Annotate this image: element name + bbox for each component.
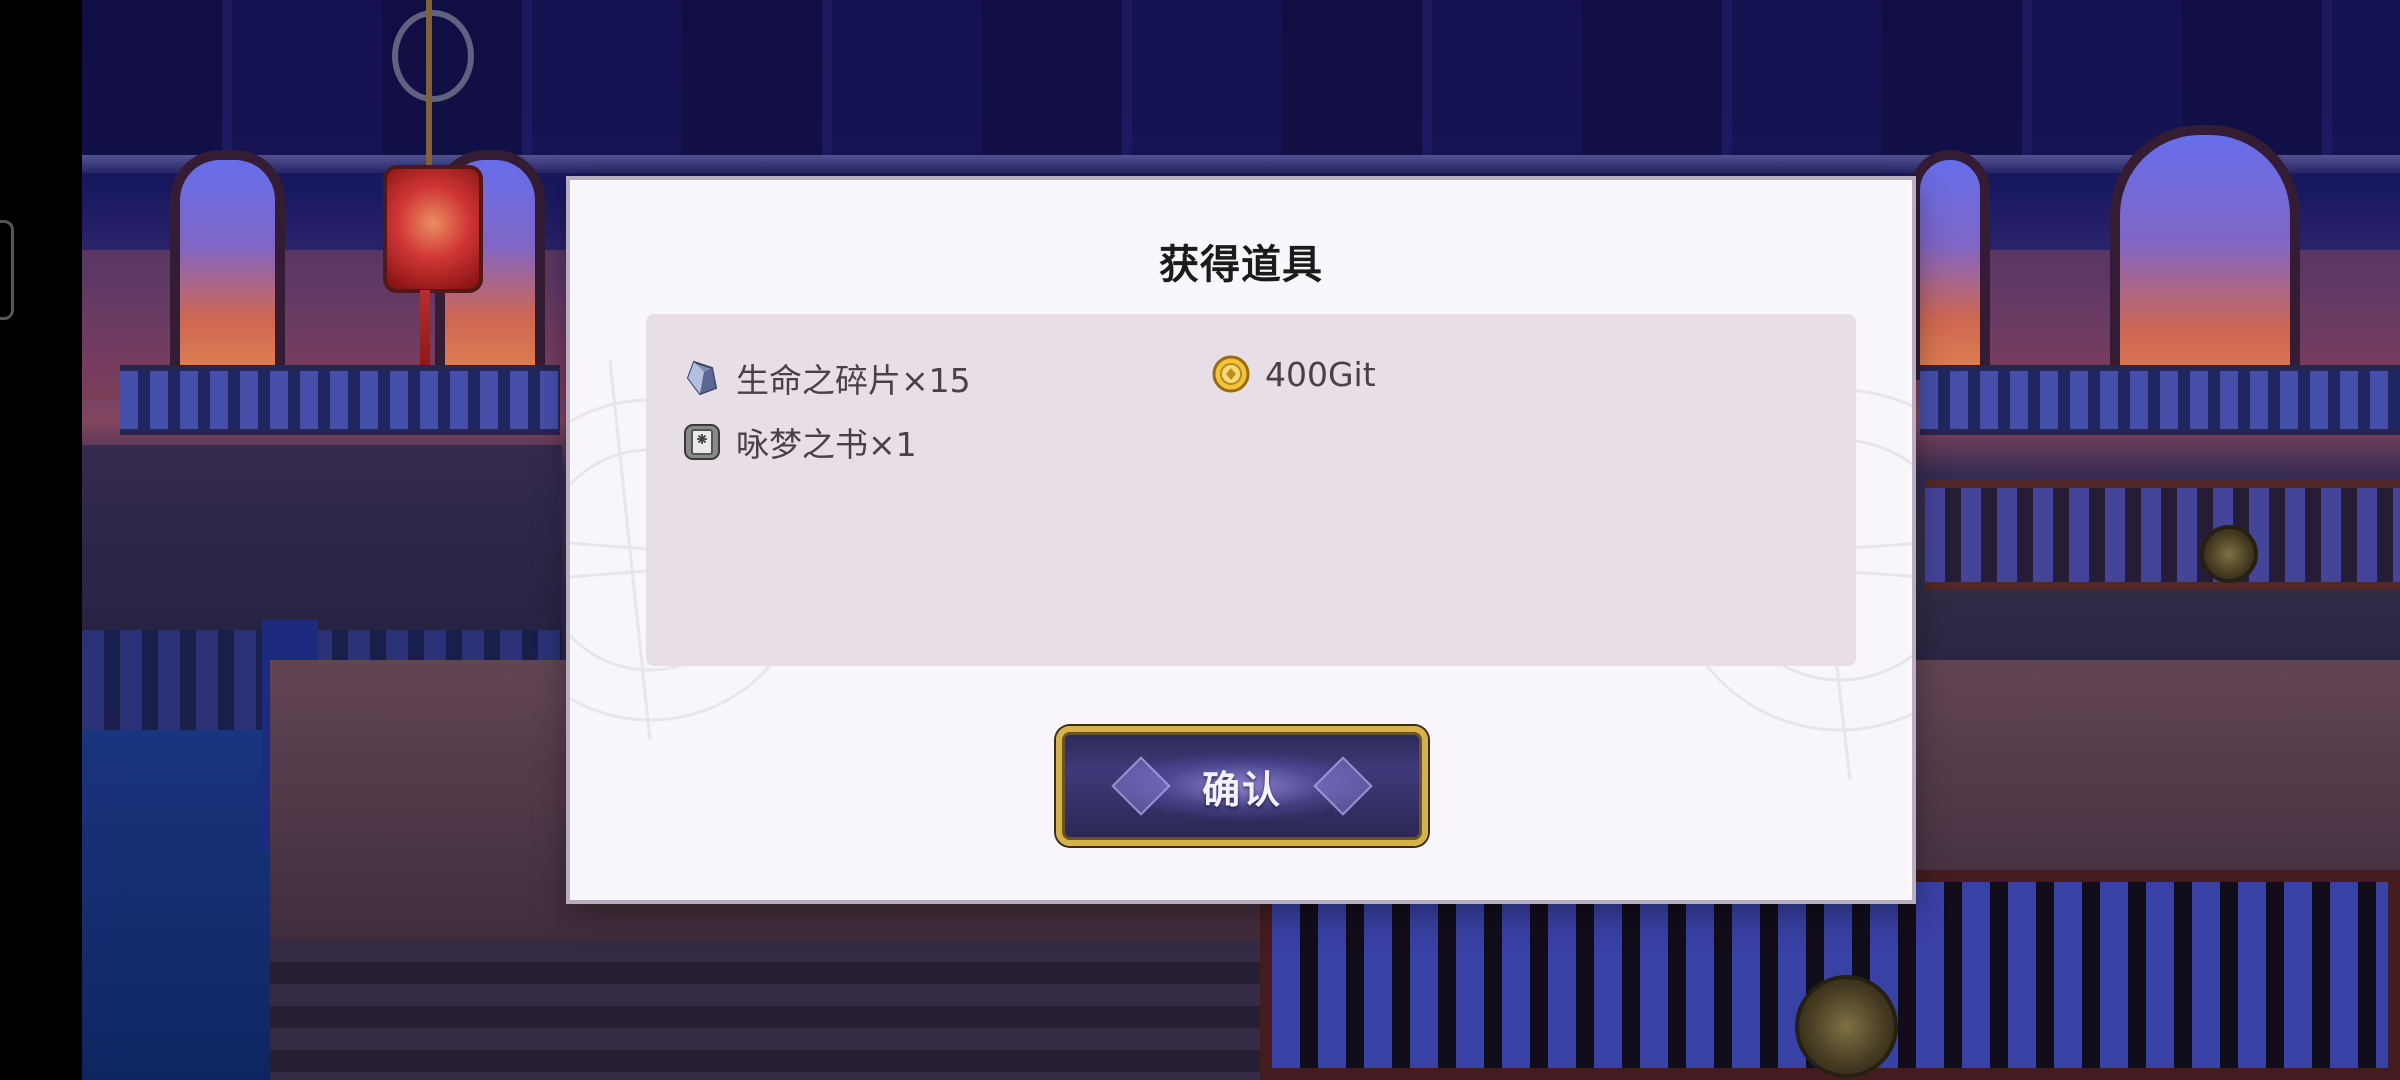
confirm-button-label: 确认 xyxy=(1201,767,1282,812)
reward-item-dream-book: 咏梦之书×1 xyxy=(682,418,917,466)
reward-label: 咏梦之书×1 xyxy=(736,425,917,464)
crystal-shard-icon xyxy=(682,358,722,398)
game-screen: 获得道具 生命之碎片×15 400Git 咏梦之书×1 确认 xyxy=(0,0,2400,1080)
reward-dialog: 获得道具 生命之碎片×15 400Git 咏梦之书×1 确认 xyxy=(566,176,1916,904)
reward-label: 生命之碎片×15 xyxy=(736,361,971,400)
reward-list-panel: 生命之碎片×15 400Git 咏梦之书×1 xyxy=(646,314,1856,666)
side-notch xyxy=(0,220,14,320)
gold-coin-icon xyxy=(1211,354,1251,394)
book-icon xyxy=(682,422,722,462)
dialog-title: 获得道具 xyxy=(1159,242,1323,288)
reward-item-git: 400Git xyxy=(1211,354,1376,394)
screen-left-edge xyxy=(0,0,82,1080)
confirm-button[interactable]: 确认 xyxy=(1056,726,1428,846)
reward-label: 400Git xyxy=(1265,354,1376,394)
reward-item-life-shard: 生命之碎片×15 xyxy=(682,354,971,402)
